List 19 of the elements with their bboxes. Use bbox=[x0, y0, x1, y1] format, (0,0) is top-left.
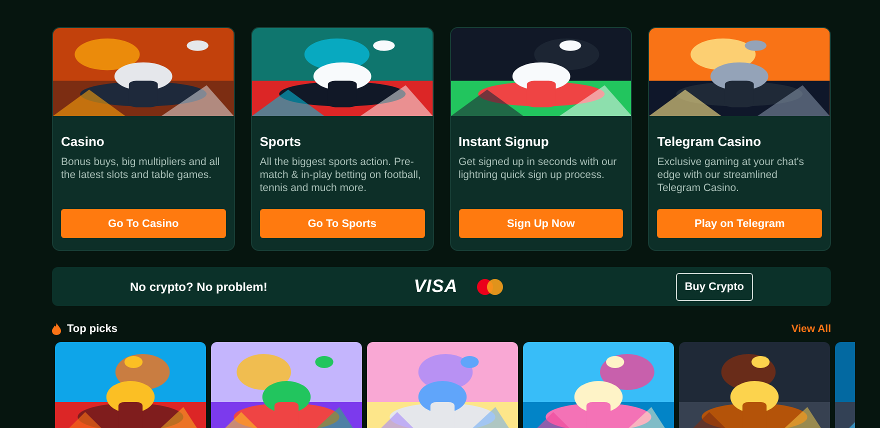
buy-crypto-button[interactable]: Buy Crypto bbox=[676, 272, 753, 300]
card-title: Telegram Casino bbox=[657, 134, 762, 149]
view-all-link[interactable]: View All bbox=[791, 323, 831, 335]
card-button[interactable]: Go To Sports bbox=[260, 209, 424, 238]
visa-logo: VISA bbox=[414, 276, 458, 297]
card-title: Casino bbox=[61, 134, 106, 149]
card-description: All the biggest sports action. Pre-match & in-play betting on football, tennis and much more. bbox=[260, 156, 422, 195]
card-description: Bonus buys, big multipliers and all the latest slots and table games. bbox=[61, 156, 221, 182]
card-title: Sports bbox=[260, 134, 302, 149]
card-description: Get signed up in seconds with our lightning quick sign up process. bbox=[458, 156, 618, 182]
flame-icon bbox=[52, 323, 61, 335]
card-logo-icon bbox=[476, 278, 504, 296]
card-button[interactable]: Sign Up Now bbox=[458, 209, 624, 238]
card-description: Exclusive gaming at your chat's edge with our streamlined Telegram Casino. bbox=[657, 156, 805, 195]
section-title: Top picks bbox=[67, 323, 119, 335]
card-title: Instant Signup bbox=[458, 134, 550, 149]
card-button[interactable]: Play on Telegram bbox=[657, 209, 822, 238]
banner-text: No crypto? No problem! bbox=[130, 280, 268, 294]
card-button[interactable]: Go To Casino bbox=[61, 209, 226, 238]
